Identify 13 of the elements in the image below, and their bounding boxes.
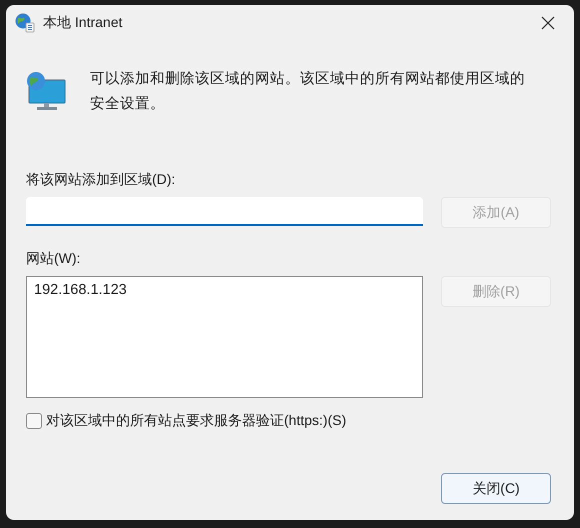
https-checkbox[interactable] [26,413,42,429]
description-text: 可以添加和删除该区域的网站。该区域中的所有网站都使用区域的安全设置。 [90,70,526,114]
site-list-item[interactable]: 192.168.1.123 [34,282,415,298]
sites-label: 网站(W): [26,250,82,268]
add-site-label: 将该网站添加到区域(D): [26,171,176,189]
monitor-globe-icon [26,71,68,111]
close-button[interactable]: 关闭(C) [441,473,551,504]
close-icon[interactable] [540,15,556,31]
window-title: 本地 Intranet [43,14,124,32]
intranet-icon [15,13,35,33]
site-input-field[interactable] [26,197,423,226]
sites-list[interactable]: 192.168.1.123 [26,276,423,398]
https-checkbox-label: 对该区域中的所有站点要求服务器验证(https:)(S) [46,412,346,430]
